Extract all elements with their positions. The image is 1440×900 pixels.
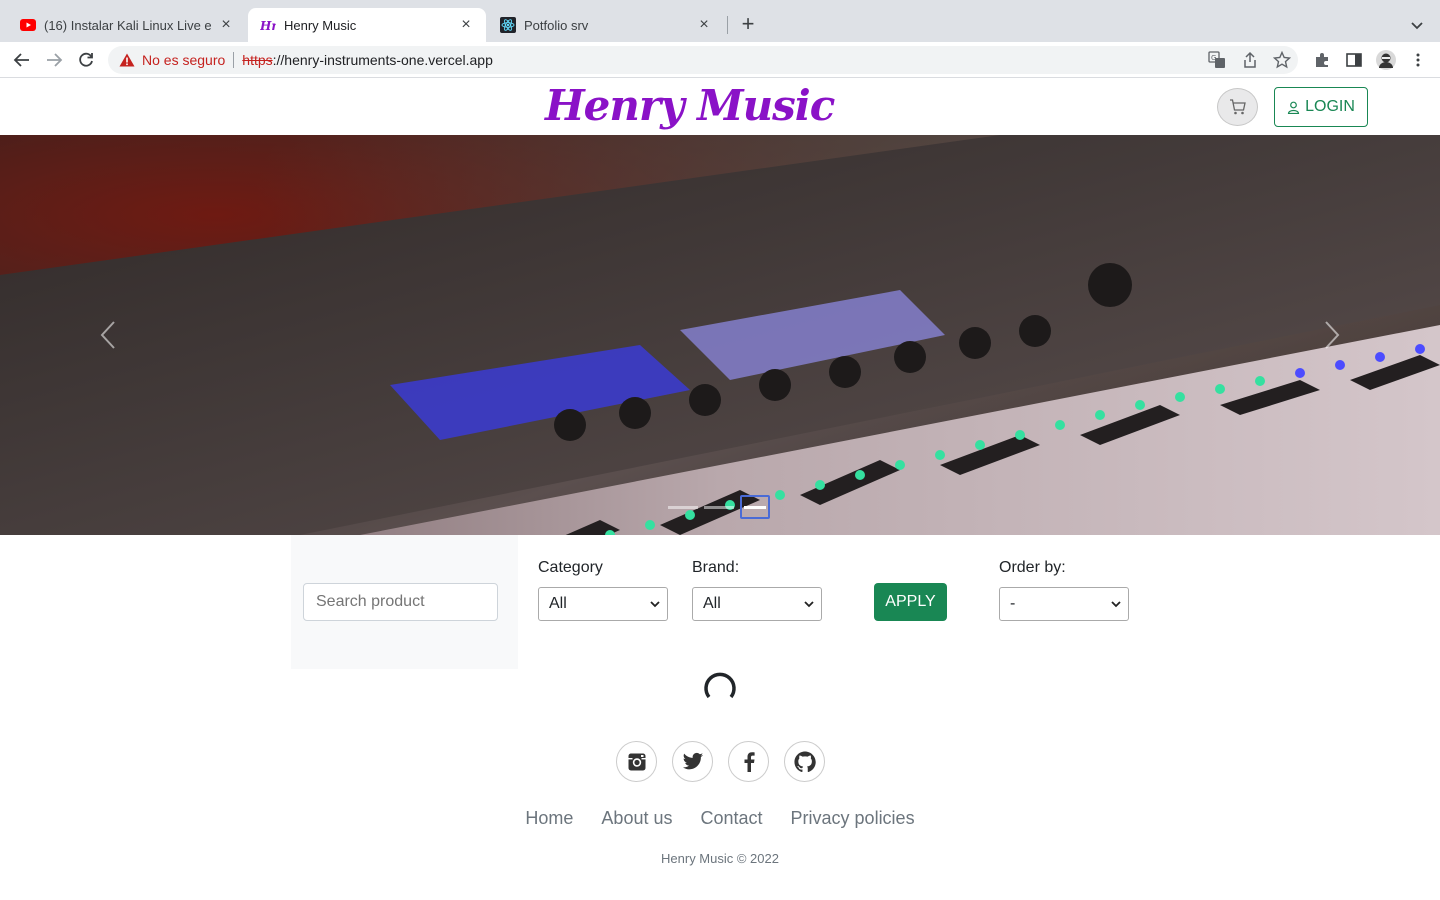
keyboard-illustration bbox=[0, 135, 1440, 535]
browser-toolbar: No es seguro https://henry-instruments-o… bbox=[0, 42, 1440, 78]
side-panel-icon[interactable] bbox=[1344, 50, 1364, 70]
footer-link-privacy[interactable]: Privacy policies bbox=[791, 808, 915, 829]
carousel-next-button[interactable] bbox=[1312, 315, 1352, 355]
omnibox-divider bbox=[233, 52, 235, 68]
reload-icon[interactable] bbox=[74, 48, 98, 72]
cart-button[interactable] bbox=[1217, 88, 1258, 126]
translate-icon[interactable]: G bbox=[1207, 50, 1227, 70]
carousel-indicators bbox=[668, 495, 770, 519]
brand-label: Brand: bbox=[692, 559, 740, 576]
warning-icon bbox=[118, 51, 136, 69]
user-icon bbox=[1287, 101, 1300, 114]
chevron-right-icon bbox=[1325, 321, 1340, 349]
search-panel bbox=[291, 535, 518, 669]
url-host: ://henry-instruments-one.vercel.app bbox=[272, 52, 493, 68]
youtube-icon bbox=[20, 17, 36, 33]
order-label: Order by: bbox=[999, 559, 1066, 576]
tab-title: Henry Music bbox=[284, 17, 357, 33]
tab-title: Potfolio srv bbox=[524, 17, 589, 33]
footer-nav: Home About us Contact Privacy policies bbox=[0, 808, 1440, 829]
profile-avatar[interactable] bbox=[1376, 50, 1396, 70]
hero-carousel bbox=[0, 135, 1440, 535]
react-icon bbox=[500, 17, 516, 33]
svg-text:G: G bbox=[1211, 54, 1216, 62]
category-value: All bbox=[549, 595, 567, 612]
copyright-text: Henry Music © 2022 bbox=[661, 851, 779, 866]
social-links bbox=[616, 741, 825, 782]
instagram-link[interactable] bbox=[616, 741, 657, 782]
login-button[interactable]: LOGIN bbox=[1274, 87, 1368, 127]
chevron-down-icon bbox=[1111, 601, 1121, 608]
share-icon[interactable] bbox=[1240, 50, 1260, 70]
brand-value: All bbox=[703, 595, 721, 612]
github-link[interactable] bbox=[784, 741, 825, 782]
security-status[interactable]: No es seguro bbox=[142, 52, 225, 68]
chevron-down-icon bbox=[650, 601, 660, 608]
address-bar[interactable]: No es seguro https://henry-instruments-o… bbox=[108, 46, 1298, 74]
site-logo[interactable]: Henry Music bbox=[545, 79, 835, 135]
loading-spinner-icon bbox=[703, 668, 737, 702]
tab-henry-music[interactable]: Hm Henry Music × bbox=[248, 8, 486, 42]
order-select[interactable]: - bbox=[999, 587, 1129, 621]
carousel-indicator-1[interactable] bbox=[668, 506, 698, 509]
instagram-icon bbox=[628, 753, 645, 770]
tab-portfolio[interactable]: Potfolio srv × bbox=[488, 8, 724, 42]
close-tab-icon[interactable]: × bbox=[458, 17, 474, 33]
login-label: LOGIN bbox=[1305, 98, 1355, 115]
brand-select[interactable]: All bbox=[692, 587, 822, 621]
carousel-prev-button[interactable] bbox=[88, 315, 128, 355]
close-tab-icon[interactable]: × bbox=[696, 17, 712, 33]
carousel-indicator-2[interactable] bbox=[704, 506, 734, 509]
search-input[interactable] bbox=[303, 583, 498, 621]
filter-bar: Category All Brand: All APPLY Order by: … bbox=[0, 535, 1440, 675]
footer-link-home[interactable]: Home bbox=[525, 808, 573, 829]
browser-menu-icon[interactable] bbox=[1408, 50, 1428, 70]
tab-youtube[interactable]: (16) Instalar Kali Linux Live en U × bbox=[8, 8, 246, 42]
close-tab-icon[interactable]: × bbox=[218, 17, 234, 33]
twitter-link[interactable] bbox=[672, 741, 713, 782]
browser-tab-strip: (16) Instalar Kali Linux Live en U × Hm … bbox=[0, 0, 1440, 42]
extensions-icon[interactable] bbox=[1312, 50, 1332, 70]
tab-search-chevron-icon[interactable] bbox=[1406, 14, 1428, 36]
facebook-icon bbox=[744, 751, 755, 772]
tab-title: (16) Instalar Kali Linux Live en U bbox=[44, 17, 212, 33]
site-header: Henry Music LOGIN bbox=[0, 79, 1440, 135]
carousel-indicator-3[interactable] bbox=[740, 495, 770, 519]
category-label: Category bbox=[538, 559, 603, 576]
category-select[interactable]: All bbox=[538, 587, 668, 621]
bookmark-star-icon[interactable] bbox=[1272, 50, 1292, 70]
apply-button[interactable]: APPLY bbox=[874, 583, 947, 621]
carousel-slide-image bbox=[0, 135, 1440, 535]
chevron-left-icon bbox=[100, 321, 115, 349]
twitter-icon bbox=[682, 752, 703, 769]
github-icon bbox=[793, 750, 816, 772]
svg-text:Hm: Hm bbox=[260, 19, 276, 33]
footer-link-about[interactable]: About us bbox=[601, 808, 672, 829]
tab-divider bbox=[727, 16, 728, 34]
forward-icon[interactable] bbox=[42, 48, 66, 72]
chevron-down-icon bbox=[804, 601, 814, 608]
back-icon[interactable] bbox=[10, 48, 34, 72]
hm-logo-icon: Hm bbox=[260, 17, 276, 33]
footer-link-contact[interactable]: Contact bbox=[700, 808, 762, 829]
facebook-link[interactable] bbox=[728, 741, 769, 782]
url-scheme: https bbox=[242, 52, 273, 68]
new-tab-button[interactable]: + bbox=[736, 13, 760, 37]
cart-icon bbox=[1229, 99, 1246, 115]
order-value: - bbox=[1010, 595, 1016, 612]
